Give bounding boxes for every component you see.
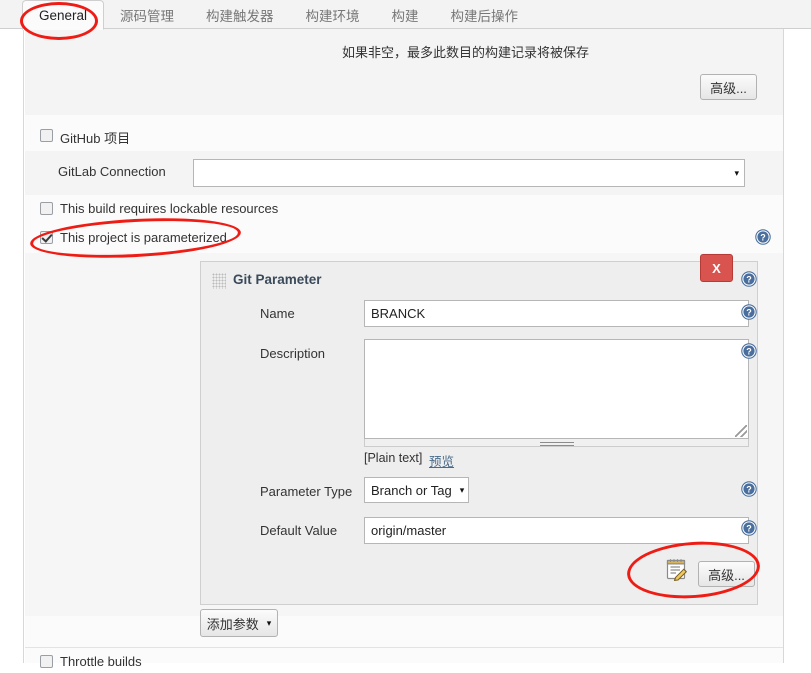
tab-build-triggers-label: 构建触发器 (206, 8, 274, 24)
parameterized-help-icon[interactable]: ? (755, 229, 771, 245)
github-project-row: GitHub 项目 (25, 124, 783, 150)
tab-build-environment[interactable]: 构建环境 (290, 0, 376, 29)
tab-general[interactable]: General (22, 0, 105, 30)
svg-text:?: ? (746, 275, 752, 285)
left-gutter (0, 29, 24, 663)
delete-parameter-button[interactable]: X (700, 254, 733, 282)
description-textarea[interactable] (364, 339, 749, 439)
default-value-input[interactable] (364, 517, 749, 544)
gitlab-connection-row: GitLab Connection ▾ (25, 151, 783, 195)
right-gutter (783, 29, 811, 663)
default-value-label: Default Value (260, 523, 338, 538)
tab-build[interactable]: 构建 (376, 0, 435, 29)
config-tab-bar: General 源码管理 构建触发器 构建环境 构建 构建后操作 (0, 0, 811, 30)
chevron-down-icon: ▾ (734, 167, 739, 178)
tab-source-code-management[interactable]: 源码管理 (104, 0, 190, 29)
git-parameter-help-icon[interactable]: ? (741, 271, 757, 287)
chevron-down-icon: ▾ (266, 617, 272, 628)
name-input[interactable] (364, 300, 749, 327)
svg-text:?: ? (746, 485, 752, 495)
textarea-resize-grip[interactable] (735, 425, 747, 437)
git-parameter-panel: Git Parameter Name Description [Plain te… (200, 261, 758, 605)
add-parameter-label: 添加参数 (206, 616, 259, 632)
discard-help-text: 如果非空，最多此数目的构建记录将被保存 (342, 45, 590, 60)
discard-advanced-button[interactable]: 高级... (700, 74, 757, 100)
svg-text:?: ? (746, 347, 752, 357)
tab-source-code-management-label: 源码管理 (120, 8, 175, 24)
lockable-resources-row: This build requires lockable resources (25, 196, 783, 224)
lockable-resources-label: This build requires lockable resources (60, 201, 279, 216)
tab-build-triggers[interactable]: 构建触发器 (190, 0, 290, 29)
git-parameter-advanced-button[interactable]: 高级... (698, 561, 755, 587)
tab-build-label: 构建 (391, 8, 419, 24)
section-divider (25, 647, 783, 648)
tab-build-environment-label: 构建环境 (305, 8, 360, 24)
lockable-resources-checkbox[interactable] (40, 202, 53, 215)
tab-post-build-actions[interactable]: 构建后操作 (435, 0, 535, 29)
parameter-type-value: Branch or Tag (371, 482, 452, 498)
name-field-label: Name (260, 306, 295, 321)
plain-text-note: [Plain text] (364, 451, 423, 465)
discard-advanced-label: 高级... (710, 80, 747, 96)
parameter-type-help-icon[interactable]: ? (741, 481, 757, 497)
default-value-help-icon[interactable]: ? (741, 520, 757, 536)
chevron-down-icon: ▾ (459, 484, 465, 495)
add-parameter-button[interactable]: 添加参数 ▾ (200, 609, 278, 637)
parameterized-row: This project is parameterized ? (25, 225, 783, 253)
svg-text:?: ? (760, 233, 766, 243)
svg-text:?: ? (746, 308, 752, 318)
config-form: 如果非空，最多此数目的构建记录将被保存 高级... GitHub 项目 GitL… (25, 29, 783, 669)
preview-link[interactable]: 预览 (429, 451, 454, 470)
gitlab-connection-select[interactable]: ▾ (193, 159, 745, 187)
description-field-label: Description (260, 346, 326, 361)
throttle-builds-row: Throttle builds (25, 649, 783, 673)
github-project-label: GitHub 项目 (60, 131, 131, 146)
svg-text:?: ? (746, 524, 752, 534)
drag-handle-icon[interactable] (212, 273, 226, 289)
github-project-checkbox[interactable] (40, 129, 53, 142)
delete-parameter-label: X (712, 260, 721, 276)
parameterized-checkbox[interactable] (40, 231, 53, 244)
throttle-builds-checkbox[interactable] (40, 655, 53, 668)
config-page: 如果非空，最多此数目的构建记录将被保存 高级... GitHub 项目 GitL… (0, 29, 811, 669)
discard-old-builds-section: 如果非空，最多此数目的构建记录将被保存 高级... (25, 29, 783, 115)
name-help-icon[interactable]: ? (741, 304, 757, 320)
tab-post-build-actions-label: 构建后操作 (450, 8, 519, 24)
parameterized-label: This project is parameterized (60, 230, 227, 245)
git-parameter-advanced-label: 高级... (708, 567, 745, 583)
parameter-type-select[interactable]: Branch or Tag ▾ (364, 477, 469, 503)
description-help-icon[interactable]: ? (741, 343, 757, 359)
throttle-builds-label: Throttle builds (60, 654, 142, 669)
description-drag-bar[interactable] (364, 439, 749, 447)
tab-general-label: General (39, 7, 88, 23)
tab-list: General 源码管理 构建触发器 构建环境 构建 构建后操作 (22, 0, 535, 30)
parameter-type-label: Parameter Type (260, 484, 353, 499)
git-parameter-title: Git Parameter (233, 272, 322, 287)
gitlab-connection-label: GitLab Connection (58, 164, 166, 179)
editor-icon[interactable] (665, 558, 689, 585)
